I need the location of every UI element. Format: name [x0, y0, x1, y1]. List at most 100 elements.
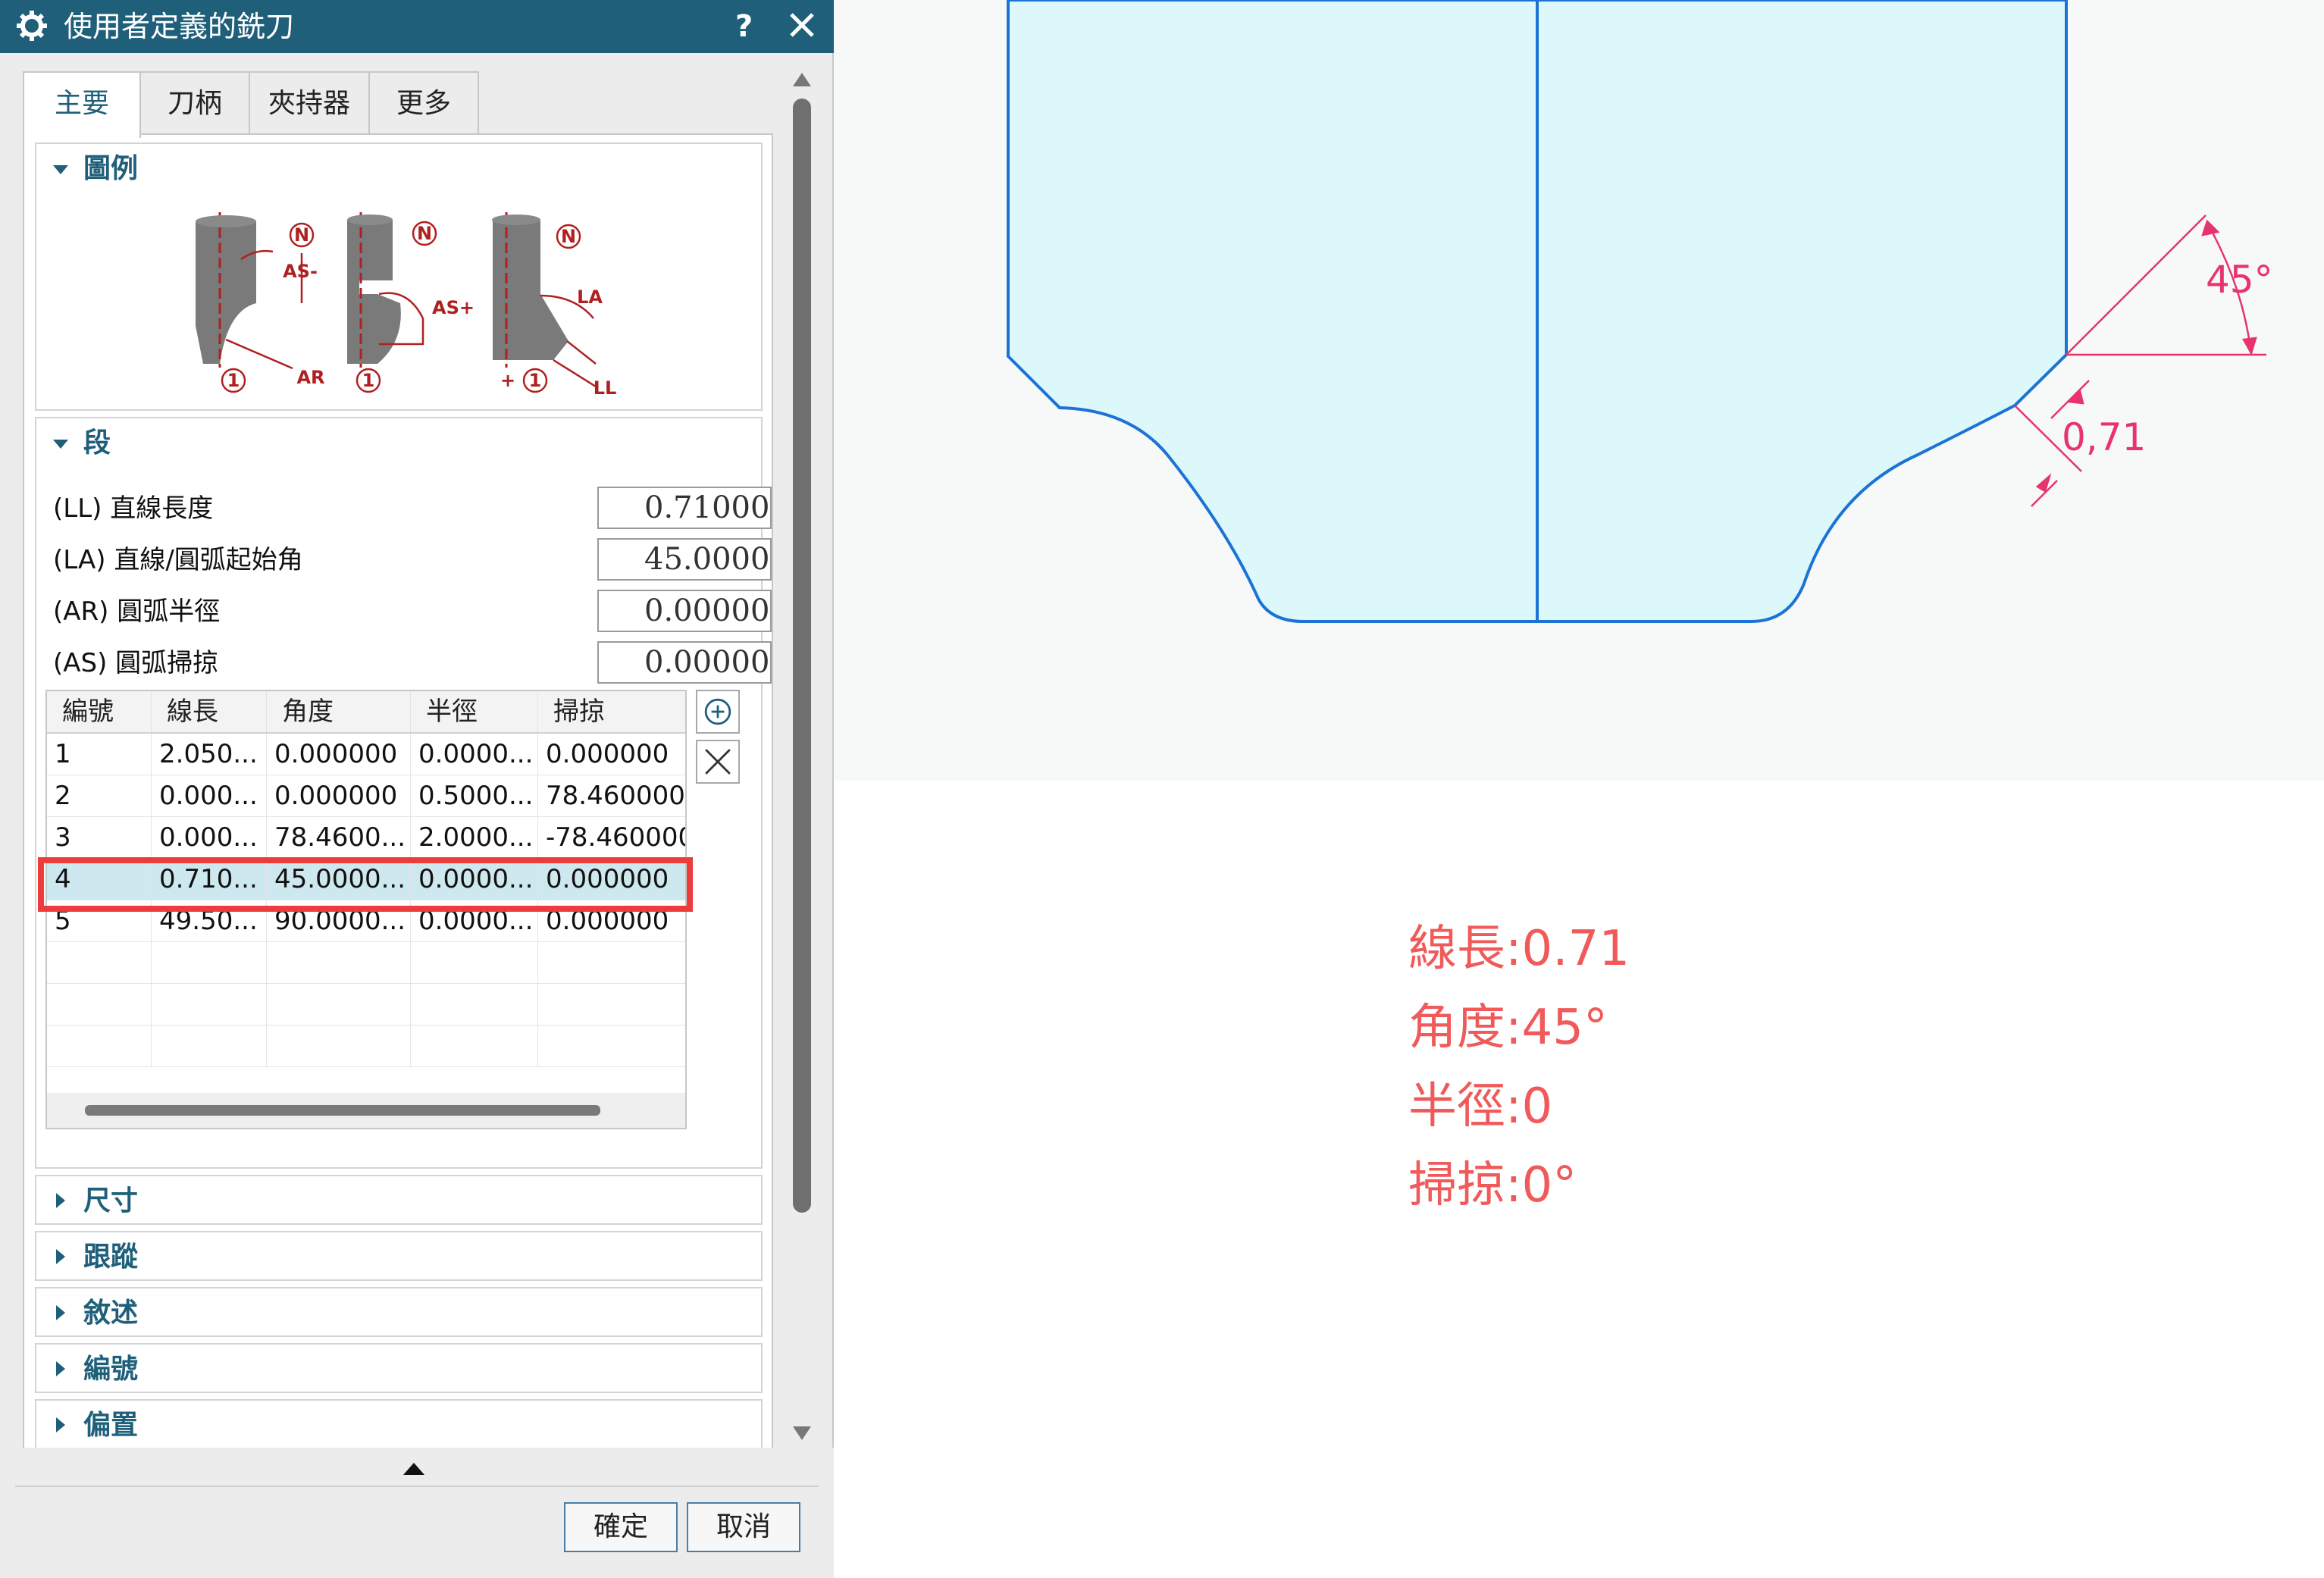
- cell-number: 2: [47, 775, 152, 816]
- caret-right-icon: [56, 1193, 65, 1208]
- tool-dialog: 使用者定義的銑刀 ? 主要 刀柄 夾持器 更多 圖例 N N N 1 1 1 +…: [0, 0, 834, 1578]
- table-row[interactable]: 2 0.000... 0.000000 0.5000... 78.460000: [47, 775, 685, 817]
- legend-label-as-plus: AS+: [432, 297, 475, 318]
- column-header-angle[interactable]: 角度: [267, 691, 411, 732]
- arc-sweep-input[interactable]: 0.00000: [597, 641, 772, 684]
- table-row[interactable]: 3 0.000... 78.4600... 2.0000... -78.4600…: [47, 817, 685, 859]
- caret-right-icon: [56, 1305, 65, 1320]
- collapse-up-icon[interactable]: [403, 1463, 424, 1475]
- cell-radius: 0.5000...: [411, 775, 538, 816]
- column-header-radius[interactable]: 半徑: [411, 691, 538, 732]
- title-bar[interactable]: 使用者定義的銑刀 ?: [0, 0, 834, 53]
- legend-label-one: 1: [362, 370, 375, 391]
- cancel-button[interactable]: 取消: [687, 1502, 800, 1552]
- cell-angle: 0.000000: [267, 775, 411, 816]
- tab-panel: 圖例 N N N 1 1 1 + AS- AS+ AR LA LL 段 (LL)…: [23, 133, 773, 1451]
- delete-segment-icon[interactable]: [696, 740, 740, 784]
- legend-label-n: N: [561, 226, 576, 247]
- param-label-arc-radius: (AR) 圓弧半徑: [53, 596, 221, 627]
- legend-label-la: LA: [577, 286, 603, 308]
- section-title-tracking: 跟蹤: [83, 1241, 139, 1273]
- scroll-down-icon[interactable]: [793, 1426, 811, 1440]
- cell-number: 3: [47, 817, 152, 858]
- table-row-empty: [47, 1025, 685, 1067]
- selected-row-highlight: [38, 857, 693, 912]
- summary-angle: 角度:45°: [1408, 1000, 1608, 1056]
- cell-angle: 0.000000: [267, 734, 411, 775]
- table-header: 編號 線長 角度 半徑 掃掠: [47, 691, 685, 734]
- tool-profile-drawing: 45° 0,71: [834, 0, 2324, 781]
- length-dimension-label: 0,71: [2062, 415, 2147, 459]
- help-button[interactable]: ?: [735, 9, 753, 44]
- segment-section: 段 (LL) 直線長度 0.71000 (LA) 直線/圓弧起始角 45.000…: [35, 417, 772, 1169]
- ok-button[interactable]: 確定: [564, 1502, 678, 1552]
- divider: [15, 1486, 819, 1487]
- tab-holder[interactable]: 夾持器: [249, 71, 370, 135]
- caret-right-icon: [56, 1361, 65, 1376]
- param-label-start-angle: (LA) 直線/圓弧起始角: [53, 545, 303, 575]
- summary-sweep: 掃掠:0°: [1408, 1157, 1577, 1213]
- legend-label-as-minus: AS-: [283, 261, 318, 282]
- scroll-up-icon[interactable]: [793, 73, 811, 86]
- column-header-number[interactable]: 編號: [47, 691, 152, 732]
- column-header-length[interactable]: 線長: [152, 691, 267, 732]
- tab-more[interactable]: 更多: [368, 71, 479, 135]
- close-icon[interactable]: [787, 10, 817, 40]
- caret-down-icon: [53, 165, 68, 174]
- section-dimensions[interactable]: 尺寸: [35, 1175, 763, 1225]
- cell-length: 0.000...: [152, 775, 267, 816]
- legend-label-plus: +: [500, 370, 515, 391]
- table-row-empty: [47, 942, 685, 984]
- angle-dimension-label: 45°: [2206, 258, 2273, 302]
- cell-length: 0.000...: [152, 817, 267, 858]
- cell-angle: 78.4600...: [267, 817, 411, 858]
- legend-label-one: 1: [227, 370, 240, 391]
- scrollbar-thumb[interactable]: [793, 99, 811, 1213]
- legend-label-n: N: [294, 224, 309, 246]
- dialog-content: 主要 刀柄 夾持器 更多 圖例 N N N 1 1 1 + AS- AS+ AR…: [0, 53, 802, 1451]
- segment-summary: 線長:0.71 角度:45° 半徑:0 掃掠:0°: [1408, 910, 1630, 1225]
- column-header-sweep[interactable]: 掃掠: [538, 691, 685, 732]
- dialog-title: 使用者定義的銑刀: [64, 10, 295, 43]
- table-row[interactable]: 1 2.050... 0.000000 0.0000... 0.000000: [47, 734, 685, 775]
- tool-legend-diagram: N N N 1 1 1 + AS- AS+ AR LA LL: [196, 212, 616, 399]
- cell-radius: 0.0000...: [411, 734, 538, 775]
- caret-down-icon: [53, 440, 68, 449]
- cell-radius: 2.0000...: [411, 817, 538, 858]
- section-offset[interactable]: 偏置: [35, 1399, 763, 1449]
- cell-sweep: 78.460000: [546, 781, 685, 811]
- dialog-vertical-scrollbar[interactable]: [787, 68, 817, 1448]
- summary-radius: 半徑:0: [1408, 1079, 1553, 1135]
- segment-section-title: 段: [83, 427, 111, 459]
- param-label-arc-sweep: (AS) 圓弧掃掠: [53, 648, 219, 678]
- section-tracking[interactable]: 跟蹤: [35, 1231, 763, 1281]
- cell-sweep: 0.000000: [546, 739, 669, 769]
- gear-icon: [17, 11, 47, 41]
- tab-shank[interactable]: 刀柄: [139, 71, 250, 135]
- dialog-footer: 確定 取消: [0, 1448, 834, 1578]
- section-numbering[interactable]: 編號: [35, 1343, 763, 1393]
- cell-sweep: -78.460000: [546, 822, 685, 853]
- caret-right-icon: [56, 1417, 65, 1432]
- legend-section-title: 圖例: [83, 153, 139, 184]
- table-horizontal-scrollbar[interactable]: [47, 1093, 685, 1128]
- param-label-line-length: (LL) 直線長度: [53, 493, 214, 524]
- summary-line-length: 線長:0.71: [1408, 921, 1630, 977]
- legend-label-one: 1: [529, 370, 542, 391]
- section-description[interactable]: 敘述: [35, 1287, 763, 1337]
- start-angle-input[interactable]: 45.00000: [597, 538, 772, 581]
- line-length-input[interactable]: 0.71000: [597, 487, 772, 529]
- section-title-description: 敘述: [83, 1298, 139, 1329]
- scrollbar-thumb[interactable]: [85, 1105, 600, 1116]
- legend-label-ar: AR: [296, 367, 324, 388]
- tab-main[interactable]: 主要: [23, 71, 141, 138]
- arc-radius-input[interactable]: 0.00000: [597, 590, 772, 632]
- add-segment-icon[interactable]: [696, 690, 740, 734]
- caret-right-icon: [56, 1249, 65, 1264]
- tool-profile-svg: [1007, 0, 2266, 623]
- cell-length: 2.050...: [152, 734, 267, 775]
- cell-number: 1: [47, 734, 152, 775]
- legend-section: 圖例 N N N 1 1 1 + AS- AS+ AR LA LL: [35, 142, 763, 411]
- table-row-empty: [47, 984, 685, 1025]
- section-title-offset: 偏置: [83, 1410, 139, 1441]
